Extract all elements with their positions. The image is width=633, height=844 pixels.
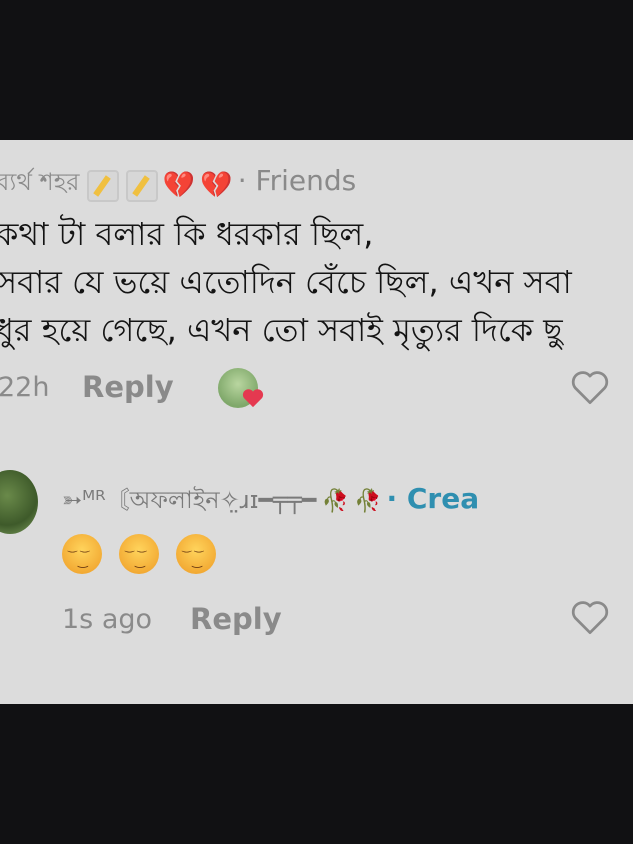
relieved-face-icon: [62, 534, 102, 574]
rose-icon: 🥀: [354, 489, 382, 514]
comment2-like-heart-icon[interactable]: [568, 596, 612, 640]
relieved-face-icon: [119, 534, 160, 574]
pencil-emoji-icon: [125, 169, 158, 202]
creator-liked-heart-icon: [242, 389, 264, 408]
comment2-avatar[interactable]: [0, 470, 38, 534]
comment2-reply-button[interactable]: Reply: [190, 602, 282, 636]
comment2-time: 1s ago: [62, 604, 153, 635]
comment1-like-heart-icon[interactable]: [568, 366, 612, 410]
comment-panel: ব্যর্থ শহর 💔 💔 · Friends কথা টা বলার কি …: [0, 140, 633, 704]
broken-heart-icon: 💔: [200, 170, 233, 201]
comment1-line-3: ধুর হয়ে গেছে, এখন তো সবাই মৃত্যুর দিকে …: [0, 311, 563, 349]
comment1-reply-button[interactable]: Reply: [82, 370, 174, 404]
comment1-author[interactable]: ব্যর্থ শহর: [0, 168, 80, 196]
comment1-line-1: কথা টা বলার কি ধরকার ছিল,: [0, 215, 374, 253]
comment1-line-2: সবার যে ভয়ে এতোদিন বেঁচে ছিল, এখন সবা: [0, 263, 572, 301]
rose-icon: 🥀: [321, 489, 349, 514]
comment2-header: ➳ᴹᴿ〘অফলাইন✧̤ɹɪ━╤╤━ 🥀 🥀 · Crea: [62, 480, 479, 522]
comment2-creator-badge: · Crea: [386, 482, 480, 515]
comment2-author[interactable]: ➳ᴹᴿ〘অফলাইন✧̤ɹɪ━╤╤━: [62, 486, 316, 514]
relieved-face-icon: [176, 534, 217, 574]
comment1-friends-badge: · Friends: [237, 164, 357, 197]
broken-heart-icon: 💔: [162, 170, 196, 201]
pencil-emoji-icon: [86, 169, 119, 202]
comment1-time: 22h: [0, 372, 50, 403]
comment1-header: ব্যর্থ শহর 💔 💔 · Friends: [0, 164, 356, 204]
comment2-emojis: [62, 534, 228, 574]
